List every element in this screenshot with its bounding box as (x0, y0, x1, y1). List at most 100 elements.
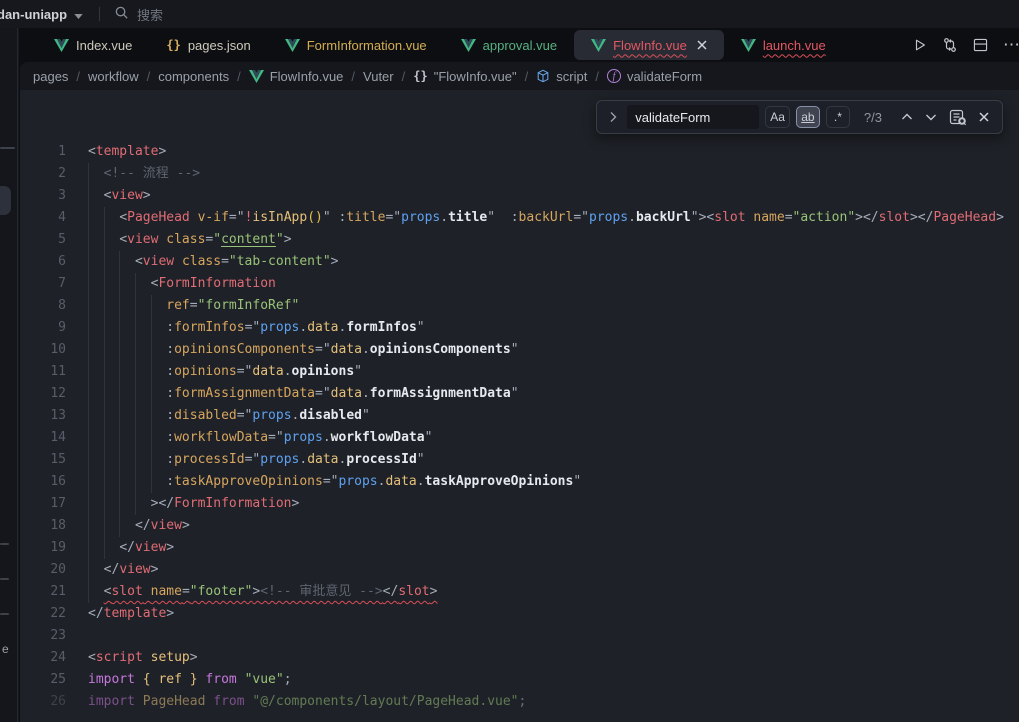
code-line[interactable]: 7 <FormInformation (20, 273, 1019, 295)
breadcrumb-label: validateForm (627, 69, 702, 84)
line-number[interactable]: 2 (20, 163, 66, 185)
code-line[interactable]: 22</template> (20, 603, 1019, 625)
project-name: dan-uniapp (0, 7, 67, 22)
breadcrumb-item-components[interactable]: components (158, 69, 229, 84)
code-area[interactable]: 1<template>2 <!-- 流程 -->3 <view>4 <PageH… (20, 90, 1019, 722)
tab-launch.vue[interactable]: launch.vue (724, 30, 843, 60)
tab-label: FlowInfo.vue (613, 38, 687, 53)
compare-changes-icon[interactable] (942, 37, 958, 53)
split-editor-icon[interactable] (973, 38, 988, 52)
code-line[interactable]: 26import PageHead from "@/components/lay… (20, 691, 1019, 713)
code-line[interactable]: 10 :opinionsComponents="data.opinionsCom… (20, 339, 1019, 361)
line-number[interactable]: 11 (20, 361, 66, 383)
run-icon[interactable] (913, 38, 927, 52)
project-selector[interactable]: dan-uniapp (0, 7, 83, 22)
line-number[interactable]: 23 (20, 625, 66, 647)
line-number[interactable]: 4 (20, 207, 66, 229)
line-number[interactable]: 10 (20, 339, 66, 361)
line-number[interactable]: 15 (20, 449, 66, 471)
code-line[interactable]: 5 <view class="content"> (20, 229, 1019, 251)
code-line[interactable]: 25import { ref } from "vue"; (20, 669, 1019, 691)
code-line[interactable]: 14 :workflowData="props.workflowData" (20, 427, 1019, 449)
code-line[interactable]: 18 </view> (20, 515, 1019, 537)
breadcrumb-item-flowinfo.vue[interactable]: FlowInfo.vue (249, 69, 344, 84)
line-number[interactable]: 19 (20, 537, 66, 559)
line-number[interactable]: 25 (20, 669, 66, 691)
breadcrumb-item-vuter[interactable]: Vuter (363, 69, 394, 84)
line-number[interactable]: 26 (20, 691, 66, 713)
line-number[interactable]: 12 (20, 383, 66, 405)
editor-card: pages/workflow/components/FlowInfo.vue/V… (20, 62, 1019, 722)
line-number[interactable]: 24 (20, 647, 66, 669)
search-icon (114, 5, 129, 23)
code-line[interactable]: 16 :taskApproveOpinions="props.data.task… (20, 471, 1019, 493)
indent-guide (88, 163, 89, 603)
line-number[interactable]: 9 (20, 317, 66, 339)
code-line[interactable]: 9 :formInfos="props.data.formInfos" (20, 317, 1019, 339)
line-number[interactable]: 22 (20, 603, 66, 625)
breadcrumb-item-flowinfo.vue[interactable]: {}"FlowInfo.vue" (413, 69, 516, 84)
code-line[interactable]: 4 <PageHead v-if="!isInApp()" :title="pr… (20, 207, 1019, 229)
code-line[interactable]: 6 <view class="tab-content"> (20, 251, 1019, 273)
line-number[interactable]: 3 (20, 185, 66, 207)
code-line[interactable]: 3 <view> (20, 185, 1019, 207)
tab-pages.json[interactable]: {}pages.json (149, 30, 267, 60)
close-tab-icon[interactable] (697, 40, 707, 50)
previous-match-icon[interactable] (898, 113, 916, 121)
code-line[interactable]: 1<template> (20, 141, 1019, 163)
vue-icon (54, 39, 69, 52)
toggle-replace-icon[interactable] (605, 111, 621, 123)
line-number[interactable]: 8 (20, 295, 66, 317)
explorer-active-item-fragment[interactable] (0, 186, 11, 215)
code-line[interactable]: 15 :processId="props.data.processId" (20, 449, 1019, 471)
code-line[interactable]: 21 <slot name="footer"><!-- 审批意见 --></sl… (20, 581, 1019, 603)
code-line[interactable]: 17 ></FormInformation> (20, 493, 1019, 515)
line-number[interactable]: 6 (20, 251, 66, 273)
cube-icon (536, 69, 550, 83)
tab-FlowInfo.vue[interactable]: FlowInfo.vue (574, 30, 724, 60)
find-in-selection-icon[interactable] (946, 109, 970, 126)
breadcrumb-item-validateform[interactable]: f validateForm (607, 69, 702, 84)
breadcrumb-item-script[interactable]: script (536, 69, 587, 84)
line-number[interactable]: 5 (20, 229, 66, 251)
code-line[interactable]: 8 ref="formInfoRef" (20, 295, 1019, 317)
breadcrumb-item-workflow[interactable]: workflow (88, 69, 139, 84)
line-number[interactable]: 13 (20, 405, 66, 427)
tab-approval.vue[interactable]: approval.vue (444, 30, 574, 60)
whole-word-button[interactable]: ab (796, 106, 820, 128)
line-number[interactable]: 18 (20, 515, 66, 537)
line-number[interactable]: 20 (20, 559, 66, 581)
more-actions-icon[interactable]: ⋯ (1003, 35, 1019, 55)
titlebar-divider (99, 7, 100, 21)
line-number[interactable]: 17 (20, 493, 66, 515)
tab-FormInformation.vue[interactable]: FormInformation.vue (268, 30, 444, 60)
code-line[interactable]: 12 :formAssignmentData="data.formAssignm… (20, 383, 1019, 405)
line-number[interactable]: 16 (20, 471, 66, 493)
code-line[interactable]: 23 (20, 625, 1019, 647)
code-line[interactable]: 19 </view> (20, 537, 1019, 559)
breadcrumb-separator: / (402, 69, 406, 84)
function-icon: f (607, 69, 621, 83)
close-find-icon[interactable] (976, 112, 992, 122)
tab-Index.vue[interactable]: Index.vue (37, 30, 149, 60)
code-line[interactable]: 20 </view> (20, 559, 1019, 581)
code-text: :processId="props.data.processId" (88, 449, 425, 471)
line-number[interactable]: 7 (20, 273, 66, 295)
editor-group: Index.vue{}pages.jsonFormInformation.vue… (19, 28, 1019, 722)
code-lines: 1<template>2 <!-- 流程 -->3 <view>4 <PageH… (20, 90, 1019, 713)
match-case-button[interactable]: Aa (765, 106, 790, 128)
line-number[interactable]: 14 (20, 427, 66, 449)
code-text: :opinionsComponents="data.opinionsCompon… (88, 339, 519, 361)
line-number[interactable]: 1 (20, 141, 66, 163)
line-number[interactable]: 21 (20, 581, 66, 603)
find-input[interactable] (627, 105, 759, 129)
code-line[interactable]: 11 :opinions="data.opinions" (20, 361, 1019, 383)
code-line[interactable]: 24<script setup> (20, 647, 1019, 669)
code-text: <slot name="footer"><!-- 审批意见 --></slot> (88, 581, 437, 603)
breadcrumb-item-pages[interactable]: pages (33, 69, 68, 84)
code-line[interactable]: 13 :disabled="props.disabled" (20, 405, 1019, 427)
next-match-icon[interactable] (922, 113, 940, 121)
regex-button[interactable]: .* (826, 106, 850, 128)
global-search[interactable]: 搜索 (114, 5, 163, 24)
code-line[interactable]: 2 <!-- 流程 --> (20, 163, 1019, 185)
